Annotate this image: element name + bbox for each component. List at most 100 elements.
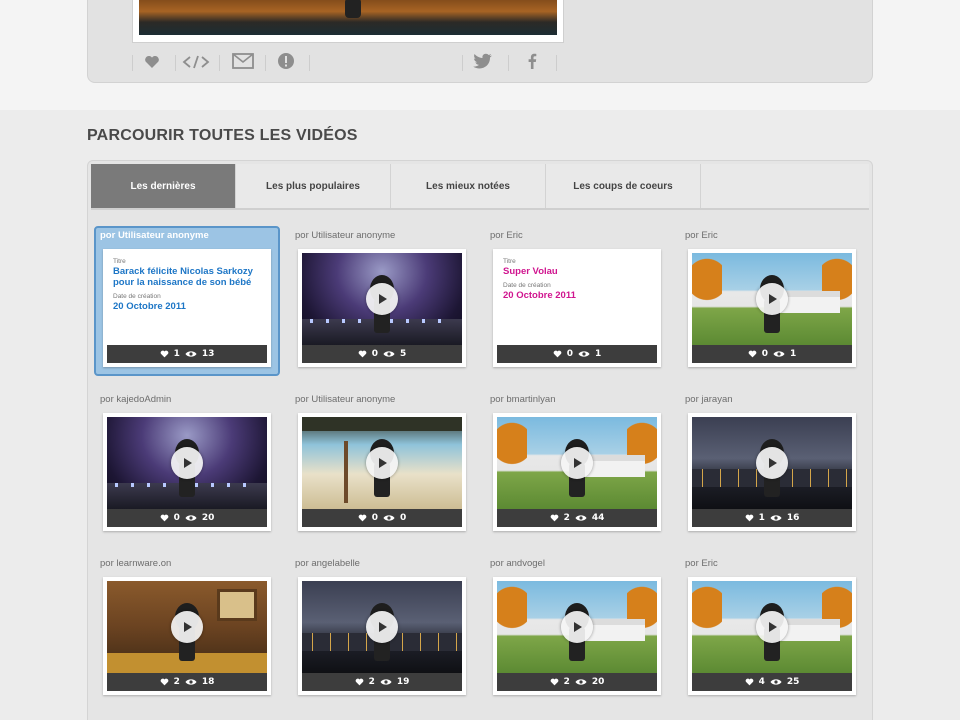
- video-browser: Les dernières Les plus populaires Les mi…: [87, 160, 873, 720]
- view-count: 1: [790, 349, 797, 359]
- facebook-button[interactable]: [512, 51, 552, 75]
- eye-icon: [383, 514, 395, 522]
- video-author[interactable]: por Eric: [685, 230, 718, 241]
- play-icon[interactable]: [171, 611, 203, 643]
- video-author[interactable]: por Eric: [685, 558, 718, 569]
- separator: [309, 55, 310, 71]
- browse-section: PARCOURIR TOUTES LES VIDÉOS Les dernière…: [0, 110, 960, 720]
- video-author[interactable]: por andvogel: [490, 558, 545, 569]
- video-item[interactable]: por Eric Titre Super Volau Date de création…: [484, 226, 670, 376]
- play-icon[interactable]: [366, 283, 398, 315]
- video-thumbnail-image: [302, 253, 462, 345]
- title-label: Titre: [503, 258, 516, 265]
- tab-latest[interactable]: Les dernières: [91, 164, 236, 208]
- eye-icon: [773, 350, 785, 358]
- video-stats: 05: [302, 345, 462, 363]
- play-icon[interactable]: [561, 447, 593, 479]
- video-item[interactable]: por jarayan 1 16: [679, 390, 865, 540]
- tab-bar-filler: [701, 164, 869, 208]
- video-item[interactable]: por kajedoAdmin 0 20: [94, 390, 280, 540]
- video-stats: 1 16: [692, 509, 852, 527]
- video-item[interactable]: por Utilisateur anonyme 0 5: [289, 226, 475, 376]
- heart-icon: [745, 514, 754, 522]
- tab-top-rated[interactable]: Les mieux notées: [391, 164, 546, 208]
- like-count: 0: [566, 349, 573, 359]
- video-thumbnail[interactable]: 05: [298, 249, 466, 367]
- embed-button[interactable]: [176, 51, 216, 75]
- video-author[interactable]: por jarayan: [685, 394, 733, 405]
- video-thumbnail-image: [497, 417, 657, 509]
- play-icon[interactable]: [171, 447, 203, 479]
- creation-date: 20 Octobre 2011: [113, 301, 186, 312]
- video-author[interactable]: por angelabelle: [295, 558, 360, 569]
- video-thumbnail[interactable]: 2 44: [493, 413, 661, 531]
- video-author[interactable]: por Utilisateur anonyme: [295, 230, 395, 241]
- video-thumbnail-image: [692, 253, 852, 345]
- video-thumbnail[interactable]: 0 20: [103, 413, 271, 531]
- twitter-button[interactable]: [463, 51, 503, 75]
- video-thumbnail[interactable]: Titre Barack félicite Nicolas Sarkozy pou…: [103, 249, 271, 367]
- heart-icon: [553, 350, 562, 358]
- video-thumbnail[interactable]: 4 25: [688, 577, 856, 695]
- video-stats: 0 20: [107, 509, 267, 527]
- video-thumbnail[interactable]: 00: [298, 413, 466, 531]
- tree: [497, 585, 527, 641]
- title-label: Titre: [113, 258, 126, 265]
- video-item[interactable]: por Utilisateur anonyme Titre Barack félic…: [94, 226, 280, 376]
- eye-icon: [380, 678, 392, 686]
- eye-icon: [185, 350, 197, 358]
- video-player[interactable]: [132, 0, 564, 43]
- heart-icon: [358, 350, 367, 358]
- video-item[interactable]: por Eric 0 1: [679, 226, 865, 376]
- video-thumbnail[interactable]: 1 16: [688, 413, 856, 531]
- eye-icon: [575, 678, 587, 686]
- video-author[interactable]: por bmartinlyan: [490, 394, 555, 405]
- video-thumbnail[interactable]: Titre Super Volau Date de création 20 Octob…: [493, 249, 661, 367]
- like-button[interactable]: [132, 51, 172, 75]
- code-icon: [182, 54, 210, 73]
- play-icon[interactable]: [561, 611, 593, 643]
- tab-favorites[interactable]: Les coups de coeurs: [546, 164, 701, 208]
- video-author[interactable]: por learnware.on: [100, 558, 171, 569]
- video-author[interactable]: por Utilisateur anonyme: [100, 230, 209, 241]
- like-count: 0: [371, 349, 378, 359]
- tab-bar: Les dernières Les plus populaires Les mi…: [91, 164, 869, 208]
- envelope-icon: [232, 53, 254, 73]
- video-thumbnail[interactable]: 2 20: [493, 577, 661, 695]
- play-icon[interactable]: [756, 611, 788, 643]
- window: [217, 589, 257, 621]
- video-item[interactable]: por learnware.on 2 18: [94, 554, 280, 704]
- heart-icon: [355, 678, 364, 686]
- video-item[interactable]: por Utilisateur anonyme 0 0: [289, 390, 475, 540]
- video-author[interactable]: por Utilisateur anonyme: [295, 394, 395, 405]
- play-icon[interactable]: [366, 611, 398, 643]
- video-item[interactable]: por andvogel 2 20: [484, 554, 670, 704]
- tree: [692, 257, 722, 313]
- play-icon[interactable]: [366, 447, 398, 479]
- video-stats: 01: [692, 345, 852, 363]
- tab-popular[interactable]: Les plus populaires: [236, 164, 391, 208]
- video-thumbnail[interactable]: 01: [688, 249, 856, 367]
- video-author[interactable]: por kajedoAdmin: [100, 394, 171, 405]
- video-thumbnail-image: [302, 417, 462, 509]
- video-thumbnail[interactable]: 2 18: [103, 577, 271, 695]
- video-item[interactable]: por angelabelle 2 19: [289, 554, 475, 704]
- video-thumbnail-image: [107, 581, 267, 673]
- play-icon[interactable]: [756, 447, 788, 479]
- video-stats: 2 20: [497, 673, 657, 691]
- like-count: 1: [758, 513, 765, 523]
- like-count: 4: [758, 677, 765, 687]
- video-stats: 2 44: [497, 509, 657, 527]
- like-count: 2: [368, 677, 375, 687]
- video-item[interactable]: por Eric 4 25: [679, 554, 865, 704]
- play-icon[interactable]: [756, 283, 788, 315]
- view-count: 20: [201, 513, 215, 523]
- video-title: Super Volau: [503, 266, 558, 277]
- video-thumbnail[interactable]: 2 19: [298, 577, 466, 695]
- email-button[interactable]: [223, 51, 263, 75]
- report-button[interactable]: [266, 51, 306, 75]
- eye-icon: [383, 350, 395, 358]
- view-count: 19: [396, 677, 410, 687]
- video-item[interactable]: por bmartinlyan 2 44: [484, 390, 670, 540]
- video-author[interactable]: por Eric: [490, 230, 523, 241]
